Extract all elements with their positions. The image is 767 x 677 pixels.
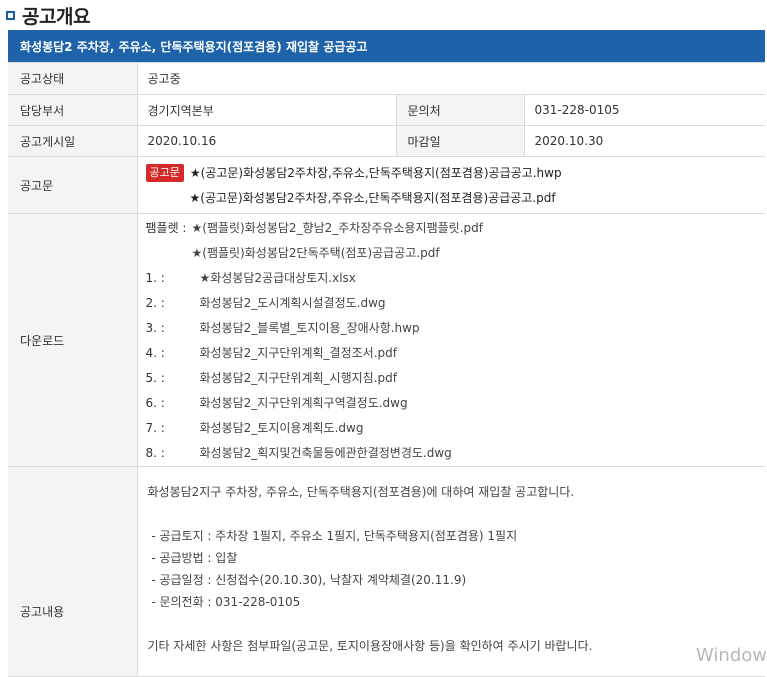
notice-doc-file-hwp: 공고문 ★(공고문)화성봉담2주차장,주유소,단독주택용지(점포겸용)공급공고.… [145,160,765,185]
download-item-number: 8. : [145,445,165,460]
dates-row: 공고게시일 2020.10.16 마감일 2020.10.30 [8,125,765,157]
download-item: 3. : 화성봉담2_블록별_토지이용_장애사항.hwp [146,315,765,340]
download-item: 6. : 화성봉담2_지구단위계획구역결정도.dwg [146,390,765,415]
download-item: 7. : 화성봉담2_토지이용계획도.dwg [146,415,765,440]
download-item: 1. : ★화성봉담2공급대상토지.xlsx [146,265,765,290]
deadline-value: 2020.10.30 [524,125,765,157]
download-item-number: 7. : [145,420,165,435]
notice-doc-files: 공고문 ★(공고문)화성봉담2주차장,주유소,단독주택용지(점포겸용)공급공고.… [137,156,765,214]
contact-value: 031-228-0105 [524,94,765,126]
file-link[interactable]: ★(팸플릿)화성봉담2_향남2_주차장주유소용지팸플릿.pdf [192,219,483,236]
dept-value: 경기지역본부 [137,94,396,126]
content-bullet: - 공급방법 : 입찰 [147,551,238,565]
dept-row: 담당부서 경기지역본부 문의처 031-228-0105 [8,94,765,126]
notice-doc-file-pdf: ★(공고문)화성봉담2주차장,주유소,단독주택용지(점포겸용)공급공고.pdf [146,185,765,210]
notice-title-bar: 화성봉담2 주차장, 주유소, 단독주택용지(점포겸용) 재입찰 공급공고 [8,30,765,62]
section-title: 공고개요 [22,5,90,28]
status-value: 공고중 [137,62,765,95]
deadline-label: 마감일 [395,125,525,157]
content-bullet: - 문의전화 : 031-228-0105 [147,595,301,609]
file-link[interactable]: 화성봉담2_블록별_토지이용_장애사항.hwp [200,319,420,336]
download-row: 다운로드 팸플렛 : ★(팸플릿)화성봉담2_향남2_주차장주유소용지팸플릿.p… [8,213,765,467]
status-label: 공고상태 [8,62,138,95]
file-link[interactable]: 화성봉담2_도시계획시설결정도.dwg [200,294,386,311]
file-link[interactable]: ★(공고문)화성봉담2주차장,주유소,단독주택용지(점포겸용)공급공고.hwp [190,164,562,181]
notice-title: 화성봉담2 주차장, 주유소, 단독주택용지(점포겸용) 재입찰 공급공고 [20,39,368,54]
download-item-number: 5. : [145,370,165,385]
notice-doc-label: 공고문 [8,156,138,214]
content-row: 공고내용 화성봉담2지구 주차장, 주유소, 단독주택용지(점포겸용)에 대하여… [8,466,765,677]
download-item: 8. : 화성봉담2_획지및건축물등에관한결정변경도.dwg [146,440,765,465]
pamphlet-line: ★(팸플릿)화성봉담2단독주택(점포)공급공고.pdf [146,240,765,265]
notice-doc-row: 공고문 공고문 ★(공고문)화성봉담2주차장,주유소,단독주택용지(점포겸용)공… [8,156,765,214]
file-link[interactable]: ★(공고문)화성봉담2주차장,주유소,단독주택용지(점포겸용)공급공고.pdf [190,189,556,206]
file-link[interactable]: ★(팸플릿)화성봉담2단독주택(점포)공급공고.pdf [192,244,440,261]
download-files: 팸플렛 : ★(팸플릿)화성봉담2_향남2_주차장주유소용지팸플릿.pdf ★(… [137,213,765,467]
content-label: 공고내용 [8,466,138,677]
file-link[interactable]: 화성봉담2_지구단위계획_결정조서.pdf [200,344,397,361]
download-item-number: 1. : [145,270,165,285]
pamphlet-label: 팸플렛 : [145,221,187,235]
notice-info-table: 공고상태 공고중 담당부서 경기지역본부 문의처 031-228-0105 공고… [8,62,765,677]
file-link[interactable]: 화성봉담2_획지및건축물등에관한결정변경도.dwg [200,444,452,461]
file-link[interactable]: 화성봉담2_지구단위계획_시행지침.pdf [200,369,397,386]
file-link[interactable]: ★화성봉담2공급대상토지.xlsx [200,269,356,286]
download-label: 다운로드 [8,213,138,467]
status-row: 공고상태 공고중 [8,62,765,95]
download-item-number: 3. : [145,320,165,335]
download-item: 4. : 화성봉담2_지구단위계획_결정조서.pdf [146,340,765,365]
content-footer: 기타 자세한 사항은 첨부파일(공고문, 토지이용장애사항 등)을 확인하여 주… [147,639,593,653]
notice-doc-badge: 공고문 [145,163,184,182]
square-bullet-icon [6,10,15,20]
content-body: 화성봉담2지구 주차장, 주유소, 단독주택용지(점포겸용)에 대하여 재입찰 … [137,466,765,677]
section-heading: 공고개요 [0,0,767,30]
content-intro: 화성봉담2지구 주차장, 주유소, 단독주택용지(점포겸용)에 대하여 재입찰 … [147,485,575,499]
download-item-number: 2. : [145,295,165,310]
post-date-value: 2020.10.16 [137,125,396,157]
content-bullet: - 공급토지 : 주차장 1필지, 주유소 1필지, 단독주택용지(점포겸용) … [147,529,518,543]
download-item: 2. : 화성봉담2_도시계획시설결정도.dwg [146,290,765,315]
contact-label: 문의처 [395,94,525,126]
post-date-label: 공고게시일 [8,125,138,157]
download-item-number: 6. : [145,395,165,410]
content-bullet: - 공급일정 : 신청접수(20.10.30), 낙찰자 계약체결(20.11.… [147,573,467,587]
download-item-number: 4. : [145,345,165,360]
file-link[interactable]: 화성봉담2_토지이용계획도.dwg [200,419,364,436]
download-item: 5. : 화성봉담2_지구단위계획_시행지침.pdf [146,365,765,390]
pamphlet-line: 팸플렛 : ★(팸플릿)화성봉담2_향남2_주차장주유소용지팸플릿.pdf [146,215,765,240]
file-link[interactable]: 화성봉담2_지구단위계획구역결정도.dwg [200,394,408,411]
windows-activation-watermark: Window [696,645,767,666]
dept-label: 담당부서 [8,94,138,126]
